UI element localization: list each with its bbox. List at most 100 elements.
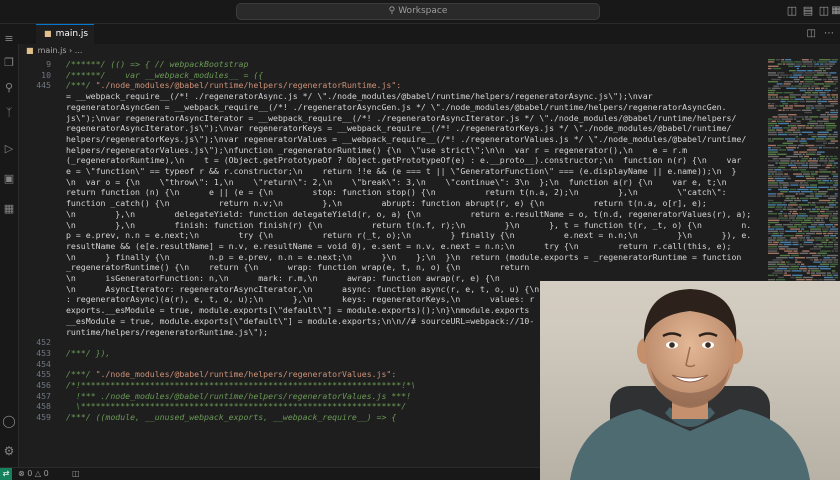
explorer-icon[interactable]: ❐: [2, 56, 16, 70]
minimap-mark: [802, 74, 813, 76]
minimap-mark: [806, 208, 812, 210]
minimap-mark: [807, 202, 811, 204]
minimap-mark: [821, 254, 826, 257]
minimap-mark: [824, 81, 834, 83]
minimap-mark: [806, 180, 817, 182]
minimap-mark: [788, 239, 799, 241]
gear-icon[interactable]: ⚙: [2, 444, 16, 458]
tab-main-js[interactable]: ■ main.js: [36, 24, 94, 44]
minimap-mark: [768, 250, 778, 252]
minimap-mark: [776, 180, 784, 182]
minimap-mark: [822, 237, 835, 239]
minimap-mark: [790, 166, 798, 169]
remote-icon[interactable]: ⇄: [0, 468, 12, 480]
minimap-mark: [798, 76, 804, 78]
minimap-mark: [775, 92, 783, 94]
minimap-mark: [815, 144, 826, 147]
minimap-mark: [768, 217, 777, 219]
minimap-mark: [805, 98, 817, 100]
minimap-mark: [828, 133, 832, 136]
minimap-mark: [792, 241, 799, 243]
minimap-mark: [807, 94, 819, 96]
minimap-mark: [817, 252, 827, 254]
minimap-mark: [804, 78, 814, 81]
code-line: __esModule = true, module.exports[\"defa…: [66, 315, 535, 326]
search-icon[interactable]: ⚲: [2, 81, 16, 95]
toggle-sidebar-icon[interactable]: ◫: [785, 4, 799, 18]
minimap-mark: [831, 166, 835, 169]
minimap-mark: [830, 263, 838, 265]
minimap-mark: [798, 230, 803, 232]
minimap-mark: [783, 235, 795, 237]
run-debug-icon[interactable]: ▷: [2, 142, 16, 156]
menu-icon[interactable]: ≡: [2, 32, 16, 46]
minimap-mark: [786, 206, 793, 208]
minimap-mark: [776, 257, 788, 259]
ports-icon[interactable]: ◫: [72, 468, 80, 480]
minimap-mark: [785, 195, 795, 197]
minimap-mark: [828, 219, 838, 221]
minimap-mark: [801, 171, 810, 173]
minimap-mark: [768, 129, 776, 131]
minimap-mark: [788, 257, 794, 259]
minimap-mark: [768, 89, 776, 92]
minimap-mark: [795, 232, 805, 235]
minimap-mark: [798, 204, 809, 206]
minimap-mark: [812, 208, 816, 210]
minimap-mark: [779, 248, 786, 250]
breadcrumb[interactable]: ■ main.js › ...: [26, 44, 82, 57]
minimap-mark: [801, 96, 811, 98]
command-center-search[interactable]: ⚲ Workspace: [236, 3, 600, 20]
minimap-mark: [815, 243, 823, 246]
minimap-mark: [782, 186, 788, 188]
minimap-mark: [824, 158, 828, 160]
minimap-mark: [828, 197, 837, 199]
minimap-mark: [799, 208, 803, 210]
split-editor-icon[interactable]: ◫: [807, 28, 816, 39]
minimap-mark: [775, 228, 785, 230]
minimap-mark: [822, 230, 828, 232]
code-line: (_regeneratorRuntime),\n t = (Object.get…: [66, 155, 742, 166]
minimap-mark: [799, 140, 807, 142]
code-line: \n AsyncIterator: regeneratorAsyncIterat…: [66, 283, 540, 294]
minimap-mark: [827, 202, 835, 204]
minimap-mark: [824, 63, 836, 65]
minimap-mark: [798, 193, 805, 195]
minimap-mark: [814, 105, 824, 107]
problems-status[interactable]: ⊗ 0 △ 0: [18, 468, 49, 480]
minimap-mark: [806, 257, 818, 259]
minimap-mark: [768, 131, 777, 133]
minimap-mark: [829, 118, 838, 120]
minimap-mark: [768, 155, 779, 158]
minimap-mark: [827, 136, 838, 138]
layout-icon[interactable]: ▦: [829, 4, 840, 18]
account-icon[interactable]: ◯: [2, 414, 16, 428]
minimap-mark: [775, 105, 779, 107]
minimap-mark: [819, 155, 826, 158]
minimap-mark: [808, 215, 817, 217]
minimap-mark: [804, 72, 816, 74]
remote-explorer-icon[interactable]: ▣: [2, 172, 16, 186]
minimap-mark: [824, 217, 829, 219]
minimap-mark: [783, 213, 787, 215]
minimap-mark: [829, 221, 838, 224]
minimap-mark: [773, 175, 782, 177]
minimap-mark: [815, 140, 827, 142]
minimap-mark: [768, 202, 771, 204]
extensions-icon[interactable]: ▦: [2, 202, 16, 216]
source-control-icon[interactable]: ᛉ: [2, 106, 16, 120]
breadcrumb-rest[interactable]: ...: [75, 46, 83, 55]
code-line: regeneratorAsyncGen = __webpack_require_…: [66, 101, 727, 112]
minimap-mark: [771, 120, 776, 122]
toggle-panel-icon[interactable]: ▤: [801, 4, 815, 18]
minimap-mark: [834, 87, 838, 89]
minimap-mark: [817, 151, 825, 153]
minimap-mark: [793, 61, 802, 63]
minimap-mark: [823, 118, 829, 120]
minimap-mark: [798, 237, 806, 239]
breadcrumb-file[interactable]: main.js: [38, 46, 67, 55]
minimap-mark: [793, 153, 802, 155]
minimap-mark: [834, 155, 837, 158]
minimap-mark: [805, 118, 812, 120]
more-actions-icon[interactable]: ⋯: [824, 28, 834, 39]
